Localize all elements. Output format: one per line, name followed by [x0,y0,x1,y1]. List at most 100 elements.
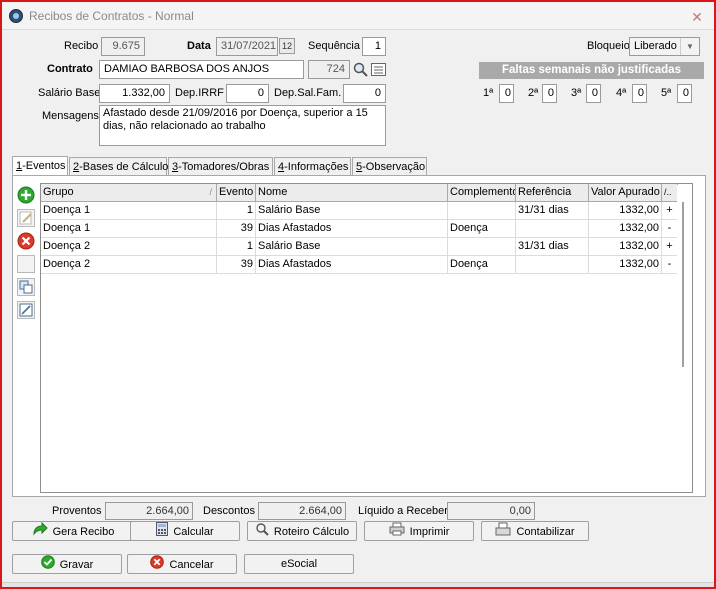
week-3-label: 3ª [571,87,582,99]
proventos-field: 2.664,00 [105,502,193,520]
cell-referencia: 31/31 dias [516,238,589,256]
cell-nome: Salário Base [256,202,448,220]
search-icon[interactable] [352,61,369,78]
week-2-field[interactable]: 0 [542,84,557,103]
table-row[interactable]: Doença 2 1 Salário Base 31/31 dias 1332,… [41,238,678,256]
contrato-code-field[interactable]: 724 [308,60,350,79]
grid-scrollbar[interactable] [677,185,689,491]
chevron-down-icon[interactable]: ▼ [680,38,699,55]
imprimir-button[interactable]: Imprimir [364,521,474,541]
cell-evento: 1 [217,238,256,256]
calendar-icon[interactable]: 12 [279,38,295,54]
recibo-field[interactable]: 9.675 [101,37,145,56]
week-4-label: 4ª [616,87,627,99]
recibo-label: Recibo [64,40,99,52]
cell-nome: Salário Base [256,238,448,256]
tab-bases-calculo[interactable]: 2-Bases de Cálculo [69,157,168,176]
cell-complemento [448,238,516,256]
data-field[interactable]: 31/07/2021 [216,37,278,56]
blank-tool-icon[interactable] [17,255,35,273]
salario-field[interactable]: 1.332,00 [99,84,170,103]
cell-evento: 1 [217,202,256,220]
gera-recibo-button[interactable]: Gera Recibo [12,521,134,541]
copy-icon[interactable] [17,278,35,296]
cell-evento: 39 [217,256,256,274]
week-1-field[interactable]: 0 [499,84,514,103]
edit-form-icon[interactable] [17,301,35,319]
cell-valor: 1332,00 [589,220,662,238]
col-header-evento[interactable]: Evento [217,184,256,202]
bloqueio-label: Bloqueio [587,40,630,52]
calcular-button[interactable]: Calcular [130,521,240,541]
cell-grupo: Doença 2 [41,238,217,256]
check-icon [40,555,55,575]
week-4-field[interactable]: 0 [632,84,647,103]
add-icon[interactable] [17,186,35,204]
dep-salfam-label: Dep.Sal.Fam. [274,87,342,99]
delete-icon[interactable] [17,232,35,250]
esocial-button[interactable]: eSocial [244,554,354,574]
cell-valor: 1332,00 [589,202,662,220]
cell-sinal: - [662,220,678,238]
green-arrow-icon [32,521,48,542]
descontos-field: 2.664,00 [258,502,346,520]
dep-irrf-label: Dep.IRRF [175,87,224,99]
status-strip [2,582,714,587]
calculator-icon [156,522,169,542]
magnifier-icon [255,522,269,542]
table-row[interactable]: Doença 2 39 Dias Afastados Doença 1332,0… [41,256,678,274]
cancelar-label: Cancelar [169,558,214,571]
cell-sinal: + [662,202,678,220]
window-title: Recibos de Contratos - Normal [29,9,194,23]
roteiro-calculo-button[interactable]: Roteiro Cálculo [247,521,357,541]
week-5-label: 5ª [661,87,672,99]
col-header-referencia[interactable]: Referência [516,184,589,202]
week-1-label: 1ª [483,87,494,99]
cell-valor: 1332,00 [589,256,662,274]
contabilizar-button[interactable]: Contabilizar [481,521,589,541]
data-label: Data [187,40,211,52]
table-row[interactable]: Doença 1 39 Dias Afastados Doença 1332,0… [41,220,678,238]
mensagens-label: Mensagens [42,110,99,122]
gravar-button[interactable]: Gravar [12,554,122,574]
week-3-field[interactable]: 0 [586,84,601,103]
tab-tomadores-obras[interactable]: 3-Tomadores/Obras [168,157,273,176]
week-2-label: 2ª [528,87,539,99]
mensagens-textarea[interactable]: Afastado desde 21/09/2016 por Doença, su… [99,105,386,146]
edit-icon[interactable] [17,209,35,227]
cell-nome: Dias Afastados [256,256,448,274]
table-row[interactable]: Doença 1 1 Salário Base 31/31 dias 1332,… [41,202,678,220]
week-5-field[interactable]: 0 [677,84,692,103]
close-icon[interactable]: ✕ [690,10,704,24]
col-header-complemento[interactable]: Complemento [448,184,516,202]
sort-icon: / [209,187,212,197]
cell-evento: 39 [217,220,256,238]
cell-valor: 1332,00 [589,238,662,256]
imprimir-label: Imprimir [409,525,450,538]
sequencia-field[interactable]: 1 [362,37,386,56]
col-header-sinal[interactable]: /.. [662,184,678,202]
calcular-label: Calcular [173,525,214,538]
dep-salfam-field[interactable]: 0 [343,84,386,103]
cancel-icon [150,555,165,575]
col-grupo-label: Grupo [43,186,74,198]
printer-icon [389,522,405,542]
contrato-field[interactable]: DAMIAO BARBOSA DOS ANJOS [99,60,304,79]
scrollbar-thumb[interactable] [682,202,684,367]
col-header-valor[interactable]: Valor Apurado [589,184,662,202]
gravar-label: Gravar [59,558,94,571]
tab-tomadores-label: -Tomadores/Obras [178,161,270,173]
tab-eventos[interactable]: 1-Eventos [12,156,68,177]
list-icon[interactable] [370,61,387,78]
cell-referencia: 31/31 dias [516,202,589,220]
tab-informacoes[interactable]: 4-Informações [274,157,351,176]
app-icon [9,9,23,23]
cancelar-button[interactable]: Cancelar [127,554,237,574]
col-header-nome[interactable]: Nome [256,184,448,202]
tab-informacoes-label: -Informações [284,161,349,173]
roteiro-label: Roteiro Cálculo [273,525,350,538]
tab-observacao[interactable]: 5-Observação [352,157,427,176]
dep-irrf-field[interactable]: 0 [226,84,269,103]
liquido-field: 0,00 [447,502,535,520]
col-header-grupo[interactable]: Grupo / [41,184,217,202]
